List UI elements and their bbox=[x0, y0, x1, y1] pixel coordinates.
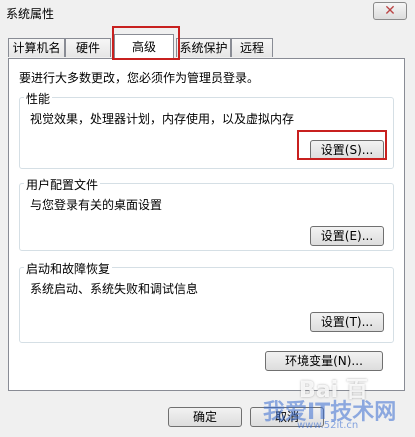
user-profiles-desc: 与您登录有关的桌面设置 bbox=[30, 198, 163, 212]
close-button[interactable]: ✕ bbox=[373, 2, 407, 20]
user-profiles-settings-button[interactable]: 设置(E)... bbox=[310, 226, 384, 246]
tab-remote[interactable]: 远程 bbox=[231, 38, 273, 57]
close-icon: ✕ bbox=[384, 3, 396, 19]
startup-recovery-settings-button[interactable]: 设置(T)... bbox=[310, 312, 384, 332]
user-profiles-group: 用户配置文件 与您登录有关的桌面设置 设置(E)... bbox=[19, 176, 394, 251]
tab-hardware[interactable]: 硬件 bbox=[65, 38, 111, 57]
environment-variables-button[interactable]: 环境变量(N)... bbox=[265, 351, 383, 371]
advanced-panel: 要进行大多数更改，您必须作为管理员登录。 性能 视觉效果，处理器计划，内存使用，… bbox=[8, 58, 405, 391]
performance-group: 性能 视觉效果，处理器计划，内存使用，以及虚拟内存 设置(S)... bbox=[19, 90, 394, 169]
tab-system-protection[interactable]: 系统保护 bbox=[176, 38, 231, 57]
user-profiles-legend: 用户配置文件 bbox=[24, 176, 101, 193]
title-bar: 系统属性 ✕ bbox=[0, 0, 415, 26]
performance-desc: 视觉效果，处理器计划，内存使用，以及虚拟内存 bbox=[30, 112, 295, 126]
cancel-button[interactable]: 取消 bbox=[250, 407, 324, 427]
tab-advanced[interactable]: 高级 bbox=[114, 34, 174, 58]
performance-legend: 性能 bbox=[24, 90, 53, 107]
tab-computer-name[interactable]: 计算机名 bbox=[8, 38, 65, 57]
startup-recovery-group: 启动和故障恢复 系统启动、系统失败和调试信息 设置(T)... bbox=[19, 260, 394, 343]
ok-button[interactable]: 确定 bbox=[168, 407, 242, 427]
admin-notice: 要进行大多数更改，您必须作为管理员登录。 bbox=[19, 71, 260, 85]
startup-recovery-legend: 启动和故障恢复 bbox=[24, 260, 113, 277]
window-title: 系统属性 bbox=[6, 7, 55, 21]
startup-recovery-desc: 系统启动、系统失败和调试信息 bbox=[30, 282, 199, 296]
performance-settings-button[interactable]: 设置(S)... bbox=[310, 140, 384, 160]
